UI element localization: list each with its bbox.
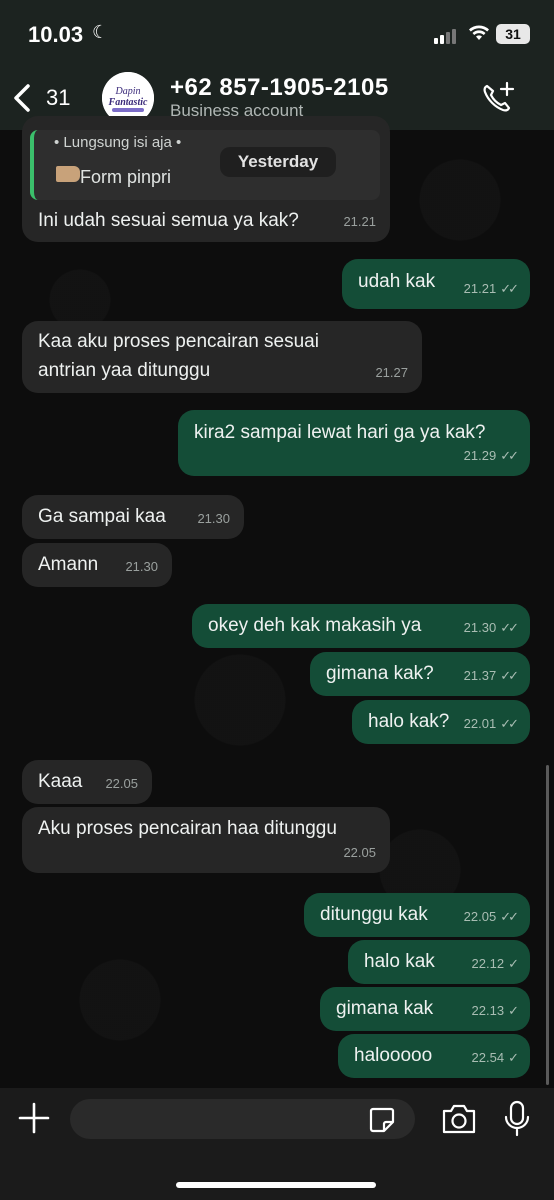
message-text: Ini udah sesuai semua ya kak?: [38, 210, 299, 231]
message-outgoing[interactable]: halo kak? 22.01 ✓✓: [352, 700, 530, 744]
message-time: 21.27: [375, 365, 408, 380]
scrollbar[interactable]: [546, 765, 549, 1085]
chevron-left-icon: [14, 84, 30, 112]
message-time: 22.54 ✓: [471, 1050, 519, 1065]
voice-message-button[interactable]: [502, 1100, 532, 1138]
quoted-top-text: • Lungsung isi aja •: [54, 134, 182, 151]
tag-icon: [56, 166, 80, 182]
message-time: 21.21: [343, 214, 376, 229]
contact-name[interactable]: +62 857-1905-2105: [170, 74, 389, 102]
unread-count: 31: [46, 85, 71, 110]
plus-icon: [18, 1102, 50, 1134]
message-text: Kaa aku proses pencairan sesuai antrian …: [38, 331, 319, 381]
composer-bar: [0, 1088, 554, 1200]
message-outgoing[interactable]: gimana kak 22.13 ✓: [320, 987, 530, 1031]
message-time: 21.29 ✓✓: [463, 448, 519, 463]
message-outgoing[interactable]: gimana kak? 21.37 ✓✓: [310, 652, 530, 696]
message-time: 21.30: [125, 559, 158, 574]
message-time: 22.05: [343, 845, 376, 860]
message-time: 22.12 ✓: [471, 956, 519, 971]
battery-indicator: 31: [496, 24, 530, 44]
message-incoming[interactable]: • Lungsung isi aja • Form pinpri Ini uda…: [22, 116, 390, 242]
message-time: 21.30: [197, 511, 230, 526]
camera-button[interactable]: [440, 1102, 478, 1136]
message-incoming[interactable]: Kaaa 22.05: [22, 760, 152, 804]
message-outgoing[interactable]: okey deh kak makasih ya 21.30 ✓✓: [192, 604, 530, 648]
wifi-icon: [469, 25, 489, 40]
double-check-icon: ✓✓: [500, 281, 519, 296]
attach-button[interactable]: [16, 1100, 52, 1136]
status-time: 10.03: [28, 22, 84, 47]
message-input[interactable]: [70, 1099, 415, 1139]
camera-icon: [442, 1104, 476, 1134]
back-button[interactable]: 31: [10, 78, 80, 118]
double-check-icon: ✓✓: [500, 716, 519, 731]
message-time: 22.05: [105, 776, 138, 791]
message-outgoing[interactable]: halo kak 22.12 ✓: [348, 940, 530, 984]
double-check-icon: ✓✓: [500, 668, 519, 683]
check-icon: ✓: [508, 956, 519, 971]
message-time: 22.01 ✓✓: [463, 716, 519, 731]
message-time: 21.21 ✓✓: [463, 281, 519, 296]
message-incoming[interactable]: Kaa aku proses pencairan sesuai antrian …: [22, 321, 422, 393]
sticker-button[interactable]: [368, 1106, 396, 1134]
add-call-button[interactable]: [478, 78, 518, 118]
home-indicator: [176, 1182, 376, 1188]
status-bar: 10.03 ☾ 31: [0, 0, 554, 66]
message-text: Aku proses pencairan haa ditunggu: [38, 818, 337, 839]
quoted-form-label: Form pinpri: [80, 167, 172, 187]
signal-icon: [434, 28, 460, 44]
svg-text:Fantastic: Fantastic: [108, 97, 148, 108]
phone-plus-icon: [483, 81, 515, 112]
message-time: 22.13 ✓: [471, 1003, 519, 1018]
message-outgoing[interactable]: udah kak 21.21 ✓✓: [342, 259, 530, 309]
sticker-icon: [369, 1107, 395, 1133]
date-separator: Yesterday: [220, 147, 336, 177]
message-time: 22.05 ✓✓: [463, 909, 519, 924]
message-time: 21.30 ✓✓: [463, 620, 519, 635]
check-icon: ✓: [508, 1050, 519, 1065]
double-check-icon: ✓✓: [500, 620, 519, 635]
microphone-icon: [504, 1100, 530, 1137]
double-check-icon: ✓✓: [500, 448, 519, 463]
message-incoming[interactable]: Aku proses pencairan haa ditunggu 22.05: [22, 807, 390, 873]
message-outgoing[interactable]: kira2 sampai lewat hari ga ya kak? 21.29…: [178, 410, 530, 476]
svg-text:Dapin: Dapin: [115, 86, 141, 97]
message-outgoing[interactable]: ditunggu kak 22.05 ✓✓: [304, 893, 530, 937]
message-time: 21.37 ✓✓: [463, 668, 519, 683]
message-outgoing[interactable]: halooooo 22.54 ✓: [338, 1034, 530, 1078]
double-check-icon: ✓✓: [500, 909, 519, 924]
check-icon: ✓: [508, 1003, 519, 1018]
moon-icon: ☾: [92, 22, 109, 42]
message-incoming[interactable]: Ga sampai kaa 21.30: [22, 495, 244, 539]
message-incoming[interactable]: Amann 21.30: [22, 543, 172, 587]
